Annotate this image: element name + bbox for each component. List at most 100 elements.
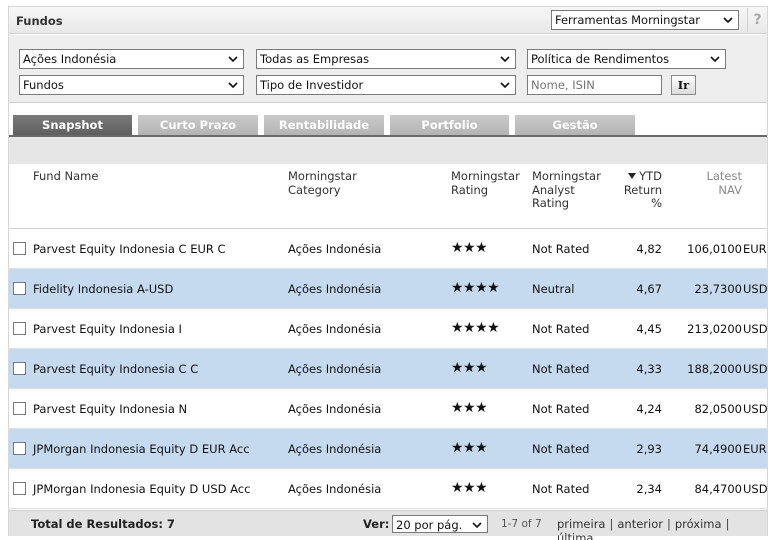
pager-last-link[interactable]: última	[557, 531, 593, 540]
per-page-select[interactable]: 20 por pág.	[392, 515, 488, 533]
total-results: Total de Resultados: 7	[31, 517, 175, 531]
analyst-rating: Not Rated	[532, 362, 590, 376]
income-policy-select[interactable]: Política de Rendimentos	[527, 49, 726, 69]
fund-category: Ações Indonésia	[288, 442, 382, 456]
pager-separator: |	[666, 517, 671, 531]
row-checkbox[interactable]	[13, 482, 26, 495]
table-row[interactable]: Parvest Equity Indonesia C C Ações Indon…	[9, 349, 768, 389]
ytd-return: 4,33	[636, 362, 662, 376]
col-rating-line: Rating	[451, 182, 489, 197]
col-category[interactable]: Morningstar Category	[288, 169, 357, 197]
tab-rentabilidade[interactable]: Rentabilidade	[264, 115, 384, 136]
chevron-down-icon	[226, 52, 240, 66]
row-checkbox[interactable]	[13, 442, 26, 455]
col-analyst-rating[interactable]: Morningstar Analyst Rating	[532, 169, 601, 211]
fund-name[interactable]: JPMorgan Indonesia Equity D USD Acc	[33, 482, 250, 496]
fund-name[interactable]: Parvest Equity Indonesia I	[33, 322, 182, 336]
filter-bar: Ações Indonésia Todas as Empresas Políti…	[9, 35, 767, 103]
col-nav[interactable]: Latest NAV	[689, 169, 742, 197]
category-select-value: Ações Indonésia	[23, 52, 117, 66]
nav-currency: USD	[743, 362, 768, 376]
star-rating: ★★★	[451, 240, 488, 256]
ytd-return: 4,24	[636, 402, 662, 416]
analyst-rating: Not Rated	[532, 482, 590, 496]
col-ytd-line: YTD	[609, 169, 662, 184]
table-header: Fund Name Morningstar Category Morningst…	[9, 164, 767, 229]
nav-value: 106,0100	[687, 242, 742, 256]
search-input[interactable]	[527, 75, 662, 95]
star-rating: ★★★	[451, 480, 488, 496]
tab-gestao[interactable]: Gestão	[515, 115, 635, 136]
table-row[interactable]: Fidelity Indonesia A-USD Ações Indonésia…	[9, 269, 768, 309]
investor-type-select[interactable]: Tipo de Investidor	[256, 75, 516, 95]
analyst-rating: Not Rated	[532, 322, 590, 336]
chevron-down-icon	[226, 78, 240, 92]
table-row[interactable]: Parvest Equity Indonesia I Ações Indonés…	[9, 309, 768, 349]
panel-title: Fundos	[16, 14, 63, 28]
ytd-return: 4,67	[636, 282, 662, 296]
fund-table-body: Parvest Equity Indonesia C EUR C Ações I…	[9, 229, 768, 509]
row-checkbox[interactable]	[13, 282, 26, 295]
col-rating[interactable]: Morningstar Rating	[451, 169, 520, 197]
pager-separator: |	[725, 517, 730, 531]
tools-dropdown[interactable]: Ferramentas Morningstar	[551, 10, 739, 30]
col-analyst-line: Morningstar	[532, 169, 601, 183]
tools-dropdown-value: Ferramentas Morningstar	[555, 13, 700, 27]
fund-category: Ações Indonésia	[288, 402, 382, 416]
ytd-return: 2,34	[636, 482, 662, 496]
table-row[interactable]: JPMorgan Indonesia Equity D USD Acc Açõe…	[9, 469, 768, 509]
income-policy-select-value: Política de Rendimentos	[531, 52, 670, 66]
investor-type-select-value: Tipo de Investidor	[260, 78, 364, 92]
col-fund-name[interactable]: Fund Name	[33, 169, 98, 184]
nav-value: 23,7300	[694, 282, 742, 296]
nav-value: 213,0200	[687, 322, 742, 336]
pager-separator: |	[609, 517, 614, 531]
analyst-rating: Neutral	[532, 282, 575, 296]
table-row[interactable]: Parvest Equity Indonesia C EUR C Ações I…	[9, 229, 767, 269]
col-category-line: Category	[288, 182, 341, 197]
universe-select[interactable]: Fundos	[19, 75, 244, 95]
table-row[interactable]: JPMorgan Indonesia Equity D EUR Acc Açõe…	[9, 429, 767, 469]
fund-name[interactable]: Parvest Equity Indonesia C C	[33, 362, 198, 376]
fund-category: Ações Indonésia	[288, 362, 382, 376]
fund-name[interactable]: Parvest Equity Indonesia N	[33, 402, 187, 416]
fund-category: Ações Indonésia	[288, 322, 382, 336]
pager-first-link[interactable]: primeira	[557, 517, 605, 531]
fund-category: Ações Indonésia	[288, 282, 382, 296]
col-analyst-line: Analyst	[532, 182, 575, 197]
fund-name[interactable]: JPMorgan Indonesia Equity D EUR Acc	[33, 442, 250, 456]
title-bar: Fundos Ferramentas Morningstar ?	[9, 7, 767, 34]
pager-prev-link[interactable]: anterior	[617, 517, 663, 531]
col-analyst-line: Rating	[532, 196, 570, 210]
col-ytd-text: YTD	[639, 169, 662, 183]
row-checkbox[interactable]	[13, 322, 26, 335]
category-select[interactable]: Ações Indonésia	[19, 49, 244, 69]
fund-name[interactable]: Fidelity Indonesia A-USD	[33, 282, 173, 296]
pager-next-link[interactable]: próxima	[675, 517, 722, 531]
chevron-down-icon	[498, 78, 512, 92]
col-nav-line: Latest	[706, 169, 742, 183]
analyst-rating: Not Rated	[532, 442, 590, 456]
row-checkbox[interactable]	[13, 242, 26, 255]
row-checkbox[interactable]	[13, 362, 26, 375]
companies-select[interactable]: Todas as Empresas	[256, 49, 516, 69]
fund-name[interactable]: Parvest Equity Indonesia C EUR C	[33, 242, 226, 256]
go-button[interactable]: Ir	[671, 75, 696, 95]
funds-panel: Fundos Ferramentas Morningstar ? Ações I…	[8, 6, 768, 540]
results-footer: Total de Resultados: 7 Ver: 20 por pág. …	[9, 510, 767, 540]
star-rating: ★★★	[451, 440, 488, 456]
col-nav-line: NAV	[718, 182, 742, 197]
help-button[interactable]: ?	[747, 8, 767, 32]
tab-snapshot[interactable]: Snapshot	[13, 115, 132, 136]
col-ytd-line: Return	[623, 182, 662, 197]
tab-curto-prazo[interactable]: Curto Prazo	[138, 115, 258, 136]
nav-currency: EUR	[743, 442, 767, 456]
analyst-rating: Not Rated	[532, 242, 590, 256]
col-ytd[interactable]: YTD Return %	[609, 169, 662, 211]
tab-portfolio[interactable]: Portfolio	[390, 115, 509, 136]
row-checkbox[interactable]	[13, 402, 26, 415]
chevron-down-icon	[470, 518, 484, 532]
table-row[interactable]: Parvest Equity Indonesia N Ações Indonés…	[9, 389, 768, 429]
star-rating: ★★★★	[451, 320, 500, 336]
nav-currency: USD	[743, 482, 768, 496]
